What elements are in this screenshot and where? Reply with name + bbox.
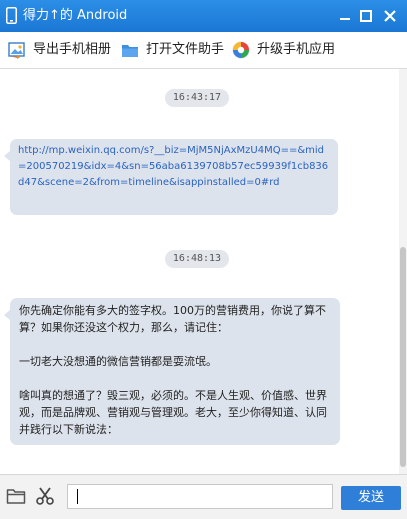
message-timestamp: 16:43:17	[165, 89, 229, 107]
message-input[interactable]	[67, 484, 333, 509]
toolbar: 导出手机相册 打开文件助手 升级手机应用	[0, 32, 407, 69]
export-photos-label: 导出手机相册	[33, 42, 112, 57]
minimize-icon	[340, 18, 350, 20]
export-photos-button[interactable]: 导出手机相册	[8, 39, 118, 61]
close-icon	[384, 10, 396, 22]
chat-area: 16:43:17 http://mp.weixin.qq.com/s?__biz…	[0, 69, 407, 474]
chat-scrollbar[interactable]	[399, 69, 407, 474]
app-upgrade-icon	[232, 41, 250, 59]
open-file-assistant-label: 打开文件助手	[146, 42, 225, 57]
message-paragraph: 啥叫真的想通了？毁三观，必须的。不是人生观、价值感、世界观，而是品牌观、营销观与…	[19, 389, 327, 436]
upgrade-apps-button[interactable]: 升级手机应用	[232, 39, 342, 61]
message-paragraph: 你先确定你能有多大的签字权。100万的营销费用，你说了算不算？如果你还没这个权力…	[19, 304, 326, 334]
phone-icon	[6, 7, 17, 24]
scrollbar-thumb[interactable]	[400, 247, 406, 467]
message-timestamp: 16:48:13	[165, 250, 229, 268]
image-export-icon	[8, 42, 25, 59]
message-bubble: 你先确定你能有多大的签字权。100万的营销费用，你说了算不算？如果你还没这个权力…	[4, 298, 340, 445]
open-file-assistant-button[interactable]: 打开文件助手	[121, 39, 229, 61]
text-caret	[77, 489, 78, 504]
message-paragraph: 一切老大没想通的微信营销都是耍流氓。	[19, 355, 217, 368]
window-title: 得力↑的 Android	[23, 8, 128, 23]
folder-icon	[122, 45, 138, 57]
close-button[interactable]	[380, 6, 400, 26]
send-button[interactable]: 发送	[341, 486, 401, 510]
scissors-icon[interactable]	[35, 486, 55, 506]
maximize-icon	[360, 10, 372, 22]
message-bubble: http://mp.weixin.qq.com/s?__biz=MjM5NjAx…	[4, 139, 338, 215]
folder-icon[interactable]	[6, 487, 26, 505]
minimize-button[interactable]	[335, 6, 355, 26]
maximize-button[interactable]	[356, 6, 376, 26]
message-link[interactable]: http://mp.weixin.qq.com/s?__biz=MjM5NjAx…	[18, 143, 330, 191]
input-bar: 发送	[0, 474, 407, 519]
title-bar: 得力↑的 Android	[0, 0, 407, 32]
upgrade-apps-label: 升级手机应用	[257, 42, 336, 57]
